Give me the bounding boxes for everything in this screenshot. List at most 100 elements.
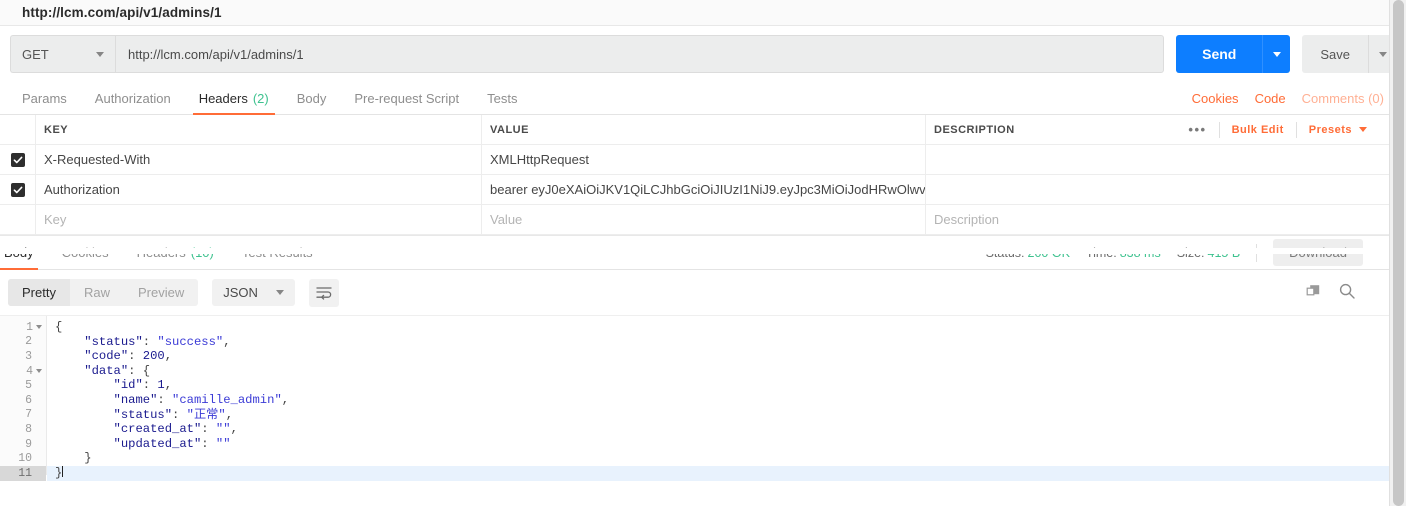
tab-tests[interactable]: Tests [473, 82, 531, 114]
editor-code-line[interactable]: { [47, 320, 1389, 335]
word-wrap-button[interactable] [309, 279, 339, 307]
vertical-scrollbar[interactable] [1389, 0, 1406, 506]
tab-label: Params [22, 91, 67, 106]
postman-window: http://lcm.com/api/v1/admins/1 GET http:… [0, 0, 1406, 506]
headers-horizontal-spacer [0, 248, 1389, 254]
new-header-key-input[interactable]: Key [36, 205, 482, 234]
checkbox-checked-icon[interactable] [11, 153, 25, 167]
tab-label: Body [297, 91, 327, 106]
tab-authorization[interactable]: Authorization [81, 82, 185, 114]
code-token: "name" [55, 393, 157, 407]
body-view-mode-group: Pretty Raw Preview [8, 279, 198, 306]
send-options-button[interactable] [1262, 35, 1290, 73]
header-key-cell[interactable]: X-Requested-With [36, 145, 482, 174]
fold-toggle-icon[interactable] [36, 369, 42, 373]
checkbox-checked-icon[interactable] [11, 183, 25, 197]
header-description-cell[interactable] [926, 175, 1389, 204]
editor-line-number: 1 [0, 320, 46, 335]
editor-code-area[interactable]: { "status": "success", "code": 200, "dat… [47, 316, 1389, 475]
presets-button[interactable]: Presets [1309, 124, 1352, 136]
code-token: "status" [55, 335, 143, 349]
code-token: "正常" [187, 408, 226, 422]
tab-params[interactable]: Params [8, 82, 81, 114]
code-token: , [165, 378, 172, 392]
request-tab-right-links: Cookies Code Comments (0) [1192, 82, 1406, 114]
request-title-bar: http://lcm.com/api/v1/admins/1 [0, 0, 1406, 26]
header-value-cell[interactable]: XMLHttpRequest [482, 145, 926, 174]
editor-code-line[interactable]: } [47, 451, 1389, 466]
body-mode-pretty[interactable]: Pretty [8, 279, 70, 306]
editor-code-line[interactable]: "name": "camille_admin", [47, 393, 1389, 408]
tab-label: Tests [487, 91, 517, 106]
tab-count-badge: (2) [253, 91, 269, 106]
http-method-select[interactable]: GET [10, 35, 115, 73]
column-header-description-label: DESCRIPTION [934, 124, 1015, 136]
url-input-value: http://lcm.com/api/v1/admins/1 [128, 47, 304, 62]
code-token: "created_at" [55, 422, 201, 436]
response-body-editor[interactable]: 1234567891011 { "status": "success", "co… [0, 315, 1389, 475]
vertical-scrollbar-thumb[interactable] [1393, 0, 1404, 506]
body-mode-preview[interactable]: Preview [124, 279, 198, 306]
more-options-icon[interactable]: ••• [1188, 122, 1206, 137]
select-all-cell [0, 115, 36, 144]
search-button[interactable] [1339, 283, 1355, 302]
editor-code-line[interactable]: "status": "success", [47, 335, 1389, 350]
tab-body[interactable]: Body [283, 82, 341, 114]
editor-line-numbers: 1234567891011 [0, 316, 47, 475]
copy-icon [1306, 284, 1321, 299]
row-checkbox-cell[interactable] [0, 175, 36, 204]
copy-button[interactable] [1306, 284, 1321, 302]
new-header-description-input[interactable]: Description [926, 205, 1389, 234]
code-token: "data" [55, 364, 128, 378]
header-description-cell[interactable] [926, 145, 1389, 174]
editor-line-number: 10 [0, 451, 46, 466]
code-token: , [282, 393, 289, 407]
row-checkbox-cell[interactable] [0, 205, 36, 234]
table-row[interactable]: Authorization bearer eyJ0eXAiOiJKV1QiLCJ… [0, 175, 1389, 205]
body-format-select[interactable]: JSON [212, 279, 295, 306]
table-row-empty[interactable]: Key Value Description [0, 205, 1389, 235]
editor-code-line[interactable]: "id": 1, [47, 378, 1389, 393]
code-token: "updated_at" [55, 437, 201, 451]
editor-code-line[interactable]: "data": { [47, 364, 1389, 379]
column-header-value: VALUE [482, 115, 926, 144]
code-token: "" [216, 422, 231, 436]
column-header-key: KEY [36, 115, 482, 144]
chevron-down-icon [1379, 52, 1387, 57]
new-header-value-input[interactable]: Value [482, 205, 926, 234]
code-link[interactable]: Code [1255, 91, 1286, 106]
editor-code-line[interactable]: "updated_at": "" [47, 437, 1389, 452]
code-token: : [143, 335, 158, 349]
cookies-link[interactable]: Cookies [1192, 91, 1239, 106]
header-key-cell[interactable]: Authorization [36, 175, 482, 204]
url-input[interactable]: http://lcm.com/api/v1/admins/1 [115, 35, 1164, 73]
chevron-down-icon [1359, 127, 1367, 132]
bulk-edit-button[interactable]: Bulk Edit [1232, 124, 1284, 136]
code-token: : [172, 408, 187, 422]
body-format-label: JSON [223, 285, 258, 300]
tab-pre-request-script[interactable]: Pre-request Script [340, 82, 473, 114]
editor-code-line[interactable]: "status": "正常", [47, 408, 1389, 423]
fold-toggle-icon[interactable] [36, 325, 42, 329]
divider [1296, 122, 1297, 138]
send-button[interactable]: Send [1176, 35, 1262, 73]
table-row[interactable]: X-Requested-With XMLHttpRequest [0, 145, 1389, 175]
editor-line-number: 3 [0, 349, 46, 364]
code-token: 200 [143, 349, 165, 363]
save-button[interactable]: Save [1302, 35, 1368, 73]
editor-code-line[interactable]: "code": 200, [47, 349, 1389, 364]
code-token: "status" [55, 408, 172, 422]
header-value-cell[interactable]: bearer eyJ0eXAiOiJKV1QiLCJhbGciOiJIUzI1N… [482, 175, 926, 204]
tab-headers[interactable]: Headers (2) [185, 82, 283, 114]
code-token: : [128, 349, 143, 363]
code-token: "success" [157, 335, 223, 349]
editor-code-line[interactable]: "created_at": "", [47, 422, 1389, 437]
page-title: http://lcm.com/api/v1/admins/1 [22, 5, 222, 20]
save-button-group: Save [1302, 35, 1396, 73]
code-token: } [55, 466, 62, 480]
code-token: "code" [55, 349, 128, 363]
body-mode-raw[interactable]: Raw [70, 279, 124, 306]
comments-link[interactable]: Comments (0) [1302, 91, 1384, 106]
row-checkbox-cell[interactable] [0, 145, 36, 174]
editor-code-line[interactable]: } [47, 466, 1389, 481]
